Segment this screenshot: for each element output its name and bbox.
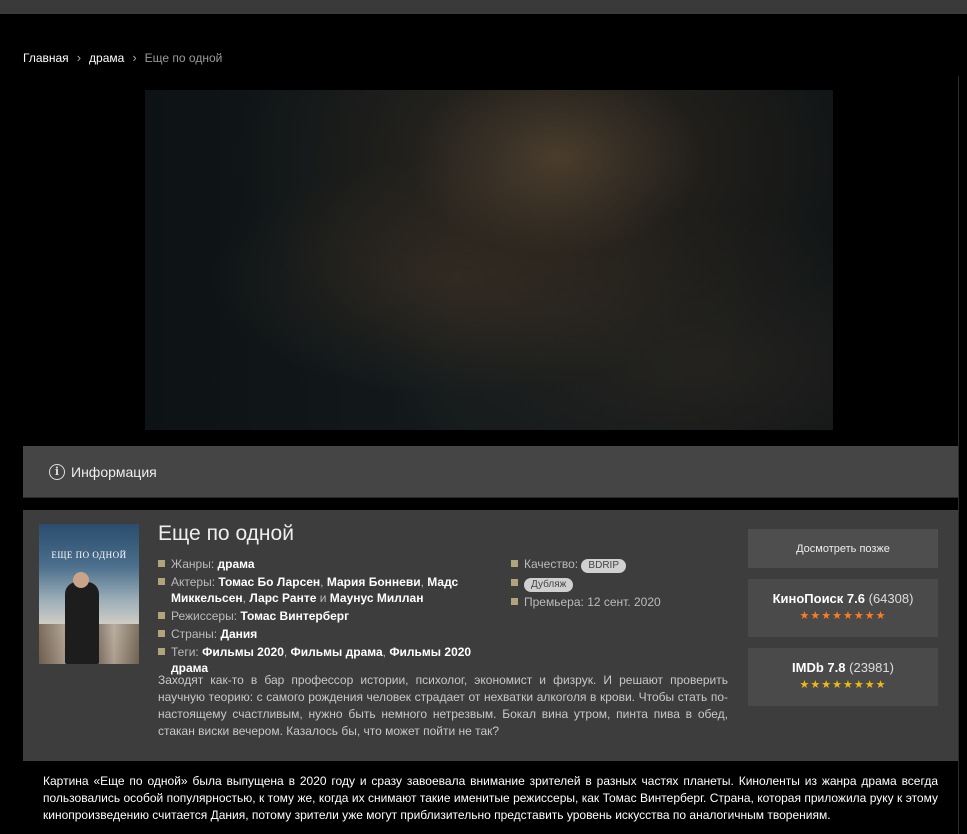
genre-link[interactable]: драма — [218, 557, 255, 571]
quality-badge: BDRIP — [581, 559, 626, 573]
star-icon: ★ — [810, 610, 822, 622]
top-bar — [0, 0, 967, 14]
imdb-score: IMDb 7.8 — [792, 660, 846, 675]
movie-details-secondary: Качество: BDRIP Дубляж Премьера: 12 сент… — [511, 556, 711, 612]
breadcrumb-current: Еще по одной — [144, 50, 223, 65]
breadcrumb-home-link[interactable]: Главная — [23, 51, 69, 65]
star-icon: ★ — [799, 610, 811, 622]
tab-information[interactable]: i Информация — [23, 446, 958, 498]
star-icon: ★ — [843, 610, 854, 622]
star-icon: ★ — [810, 679, 822, 691]
star-icon: ★ — [875, 610, 887, 622]
star-icon: ★ — [853, 610, 865, 622]
info-icon: i — [49, 463, 65, 480]
dub-badge: Дубляж — [524, 578, 574, 592]
star-icon: ★ — [875, 679, 887, 691]
kinopoisk-score: КиноПоиск 7.6 — [772, 591, 865, 606]
movie-details: Жанры: драма Актеры: Томас Бо Ларсен, Ма… — [158, 556, 498, 678]
star-icon: ★ — [832, 679, 843, 691]
imdb-votes: (23981) — [849, 660, 894, 675]
country-link[interactable]: Дания — [220, 627, 257, 641]
actor-link[interactable]: Мария Бонневи — [327, 575, 421, 589]
detail-directors: Режиссеры: Томас Винтерберг — [158, 608, 498, 624]
imdb-rating: IMDb 7.8 (23981) ★★★★★★★★ — [748, 648, 938, 706]
chevron-right-icon: › — [76, 50, 82, 65]
kinopoisk-rating: КиноПоиск 7.6 (64308) ★★★★★★★★ — [748, 579, 938, 637]
watch-later-button[interactable]: Досмотреть позже — [748, 529, 938, 568]
actor-link[interactable]: Томас Бо Ларсен — [218, 575, 320, 589]
actor-link[interactable]: Ларс Ранте — [249, 591, 316, 605]
tab-information-label: Информация — [71, 463, 157, 480]
detail-actors: Актеры: Томас Бо Ларсен, Мария Бонневи, … — [158, 574, 498, 606]
kinopoisk-stars: ★★★★★★★★ — [748, 609, 938, 622]
tag-link[interactable]: Фильмы 2020 — [202, 645, 284, 659]
detail-countries: Страны: Дания — [158, 626, 498, 642]
star-icon: ★ — [853, 679, 865, 691]
movie-title: Еще по одной — [158, 522, 294, 545]
imdb-stars: ★★★★★★★★ — [748, 678, 938, 691]
chevron-right-icon: › — [132, 50, 137, 65]
star-icon: ★ — [832, 610, 843, 622]
video-frame[interactable] — [145, 90, 833, 430]
detail-dub: Дубляж — [511, 575, 711, 592]
star-icon: ★ — [843, 679, 854, 691]
tag-link[interactable]: Фильмы драма — [291, 645, 383, 659]
premiere-date: 12 сент. 2020 — [587, 595, 661, 609]
star-icon: ★ — [864, 610, 876, 622]
director-link[interactable]: Томас Винтерберг — [240, 609, 349, 623]
detail-genres: Жанры: драма — [158, 556, 498, 572]
kinopoisk-votes: (64308) — [868, 591, 914, 606]
star-icon: ★ — [821, 610, 833, 622]
movie-info-card: ЕЩЕ ПО ОДНОЙ Еще по одной Жанры: драма А… — [23, 510, 958, 761]
breadcrumb-category-link[interactable]: драма — [89, 51, 124, 65]
star-icon: ★ — [864, 679, 876, 691]
movie-poster: ЕЩЕ ПО ОДНОЙ — [39, 524, 139, 664]
about-movie-text: Картина «Еще по одной» была выпущена в 2… — [23, 761, 958, 834]
detail-premiere: Премьера: 12 сент. 2020 — [511, 594, 711, 610]
poster-title: ЕЩЕ ПО ОДНОЙ — [51, 550, 127, 560]
detail-quality: Качество: BDRIP — [511, 556, 711, 573]
breadcrumb: Главная › драма › Еще по одной — [23, 50, 222, 65]
star-icon: ★ — [799, 679, 811, 691]
actor-link[interactable]: Маунус Миллан — [330, 591, 424, 605]
movie-description: Заходят как-то в бар профессор истории, … — [158, 673, 728, 738]
rating-sidebar: Досмотреть позже КиноПоиск 7.6 (64308) ★… — [748, 529, 938, 706]
star-icon: ★ — [821, 679, 833, 691]
